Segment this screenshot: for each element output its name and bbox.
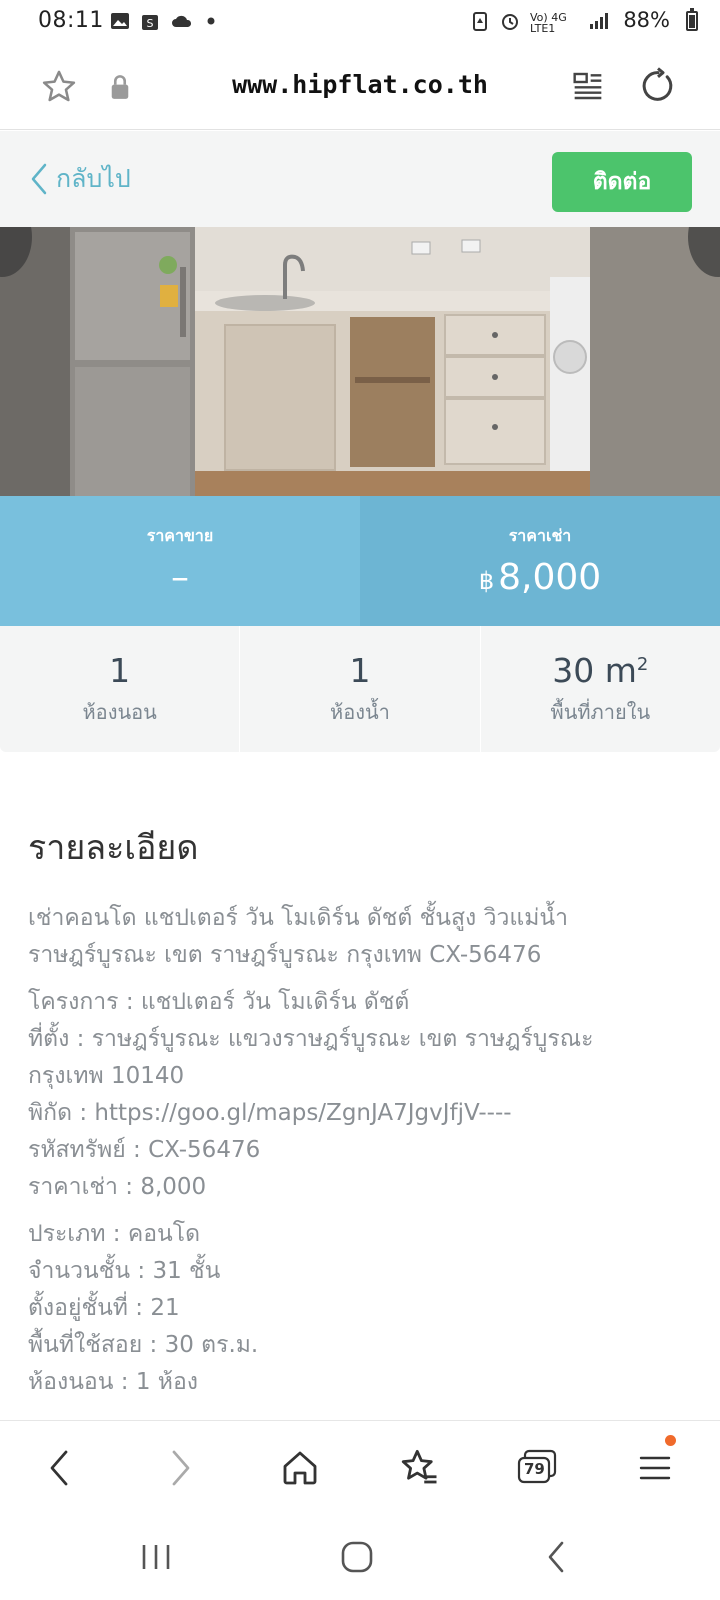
home-button[interactable] — [275, 1443, 325, 1493]
forward-button[interactable] — [156, 1443, 206, 1493]
summary-line: ราษฎร์บูรณะ เขต ราษฎร์บูรณะ กรุงเทพ CX-5… — [28, 942, 542, 968]
status-bar: 08:11 S Vo) 4G LTE1 88% — [0, 0, 720, 44]
battery-percent: 88% — [623, 8, 670, 32]
stat-bedrooms: 1 ห้องนอน — [0, 626, 241, 752]
summary-line: เช่าคอนโด แชปเตอร์ วัน โมเดิร์น ดัชต์ ชั… — [28, 905, 569, 931]
browser-bottom-nav: 79 — [0, 1420, 720, 1516]
forward-arrow-icon — [172, 1450, 190, 1486]
details-section: รายละเอียด เช่าคอนโด แชปเตอร์ วัน โมเดิร… — [28, 820, 698, 1411]
signal-icon — [590, 13, 608, 29]
page-header: กลับไป ติดต่อ — [0, 131, 720, 227]
back-arrow-icon — [50, 1450, 68, 1486]
currency-symbol: ฿ — [478, 567, 495, 595]
rent-price: ราคาเช่า ฿ 8,000 — [360, 496, 720, 626]
network-text: Vo) 4G LTE1 — [530, 11, 567, 35]
menu-button[interactable] — [630, 1435, 680, 1493]
tabs-count: 79 — [524, 1460, 545, 1478]
price-band: ราคาขาย – ราคาเช่า ฿ 8,000 — [0, 496, 720, 626]
area-number: 30 m — [552, 650, 637, 690]
url-bar[interactable]: www.hipflat.co.th — [0, 70, 720, 99]
location-line: กรุงเทพ 10140 — [28, 1063, 185, 1089]
alarm-icon — [502, 14, 518, 30]
stat-area: 30 m2 พื้นที่ภายใน — [481, 626, 720, 752]
usable-area-line: พื้นที่ใช้สอย : 30 ตร.ม. — [28, 1332, 259, 1358]
browser-toolbar: www.hipflat.co.th — [0, 44, 720, 130]
recent-apps-icon[interactable] — [140, 1542, 172, 1572]
floor-no-line: ตั้งอยู่ชั้นที่ : 21 — [28, 1295, 180, 1321]
details-summary: เช่าคอนโด แชปเตอร์ วัน โมเดิร์น ดัชต์ ชั… — [28, 900, 698, 974]
svg-text:S: S — [147, 17, 154, 30]
battery-icon — [686, 8, 698, 31]
floors-line: จำนวนชั้น : 31 ชั้น — [28, 1258, 221, 1284]
listing-photo[interactable] — [0, 227, 720, 496]
coords-line: พิกัด : https://goo.gl/maps/ZgnJA7JgvJfj… — [28, 1100, 512, 1126]
hamburger-menu-icon — [639, 1456, 671, 1480]
back-button[interactable] — [34, 1443, 84, 1493]
bedrooms-line: ห้องนอน : 1 ห้อง — [28, 1369, 198, 1395]
status-time: 08:11 — [38, 8, 104, 33]
sale-price: ราคาขาย – — [0, 496, 360, 626]
stat-bathrooms: 1 ห้องน้ำ — [240, 626, 481, 752]
details-title: รายละเอียด — [28, 828, 199, 868]
sale-price-label: ราคาขาย — [146, 526, 214, 545]
system-navigation-bar — [0, 1516, 720, 1600]
bookmarks-star-icon — [401, 1449, 437, 1484]
sale-price-value: – — [171, 557, 189, 598]
details-info: โครงการ : แชปเตอร์ วัน โมเดิร์น ดัชต์ ที… — [28, 984, 698, 1206]
reload-icon[interactable] — [638, 66, 678, 106]
project-line: โครงการ : แชปเตอร์ วัน โมเดิร์น ดัชต์ — [28, 989, 410, 1015]
kitchen-photo-image — [0, 227, 720, 496]
type-line: ประเภท : คอนโด — [28, 1221, 201, 1247]
area-label: พื้นที่ภายใน — [550, 699, 651, 724]
bathrooms-label: ห้องน้ำ — [330, 699, 390, 724]
system-home-icon[interactable] — [340, 1540, 374, 1574]
rent-price-line: ราคาเช่า : 8,000 — [28, 1174, 207, 1200]
system-back-icon[interactable] — [546, 1540, 566, 1574]
rent-price-label: ราคาเช่า — [508, 526, 572, 545]
area-superscript: 2 — [636, 653, 649, 675]
home-icon — [283, 1451, 317, 1485]
bedrooms-value: 1 — [109, 650, 131, 690]
rent-price-value: ฿ 8,000 — [479, 557, 601, 598]
bookmarks-button[interactable] — [394, 1443, 444, 1493]
contact-button[interactable]: ติดต่อ — [552, 152, 692, 212]
tabs-button[interactable]: 79 — [512, 1443, 562, 1493]
back-link[interactable]: กลับไป — [30, 159, 131, 199]
notification-dot — [665, 1435, 676, 1446]
property-stats: 1 ห้องนอน 1 ห้องน้ำ 30 m2 พื้นที่ภายใน — [0, 626, 720, 752]
details-specs: ประเภท : คอนโด จำนวนชั้น : 31 ชั้น ตั้งอ… — [28, 1216, 698, 1401]
reader-mode-icon[interactable] — [572, 70, 604, 102]
location-line: ที่ตั้ง : ราษฎร์บูรณะ แขวงราษฎร์บูรณะ เข… — [28, 1026, 594, 1052]
rent-price-amount: 8,000 — [498, 557, 602, 598]
dot-icon — [207, 17, 215, 25]
area-value: 30 m2 — [552, 651, 648, 690]
gallery-icon — [111, 13, 129, 29]
bathrooms-value: 1 — [349, 650, 371, 690]
bedrooms-label: ห้องนอน — [82, 699, 157, 724]
cloud-icon — [172, 15, 192, 27]
chevron-left-icon — [31, 163, 47, 195]
shopee-icon: S — [142, 15, 158, 30]
asset-code-line: รหัสทรัพย์ : CX-56476 — [28, 1137, 261, 1163]
battery-saver-icon — [473, 12, 487, 31]
back-label: กลับไป — [56, 164, 131, 193]
